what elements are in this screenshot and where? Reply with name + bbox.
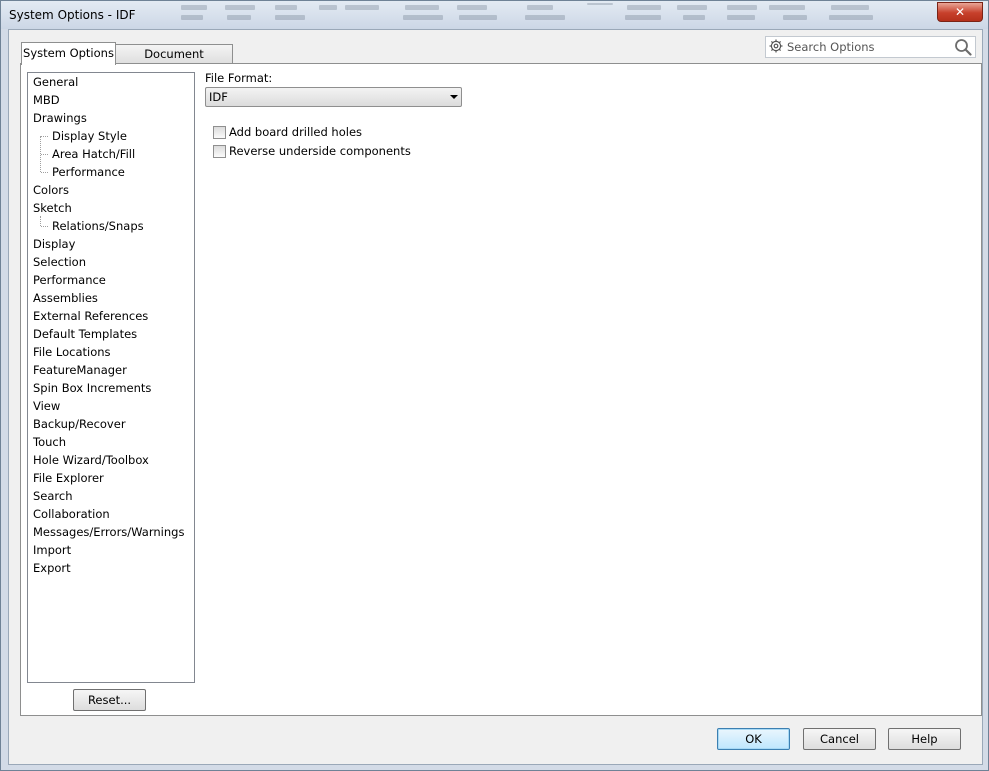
tree-item[interactable]: Export <box>33 560 71 577</box>
tree-item[interactable]: FeatureManager <box>33 362 127 379</box>
tree-item[interactable]: File Locations <box>33 344 111 361</box>
tree-item[interactable]: Sketch <box>33 200 72 217</box>
search-options-field[interactable]: Search Options <box>765 36 976 58</box>
cancel-button[interactable]: Cancel <box>803 728 876 750</box>
add-board-drilled-holes-label[interactable]: Add board drilled holes <box>229 125 362 139</box>
chevron-down-icon <box>450 95 458 99</box>
tree-item[interactable]: Relations/Snaps <box>52 218 144 235</box>
system-options-dialog: System Options - IDF ✕ System Options Do… <box>0 0 989 771</box>
options-tree[interactable]: General MBD Drawings Display Style Area Hatc… <box>27 72 195 683</box>
tree-connector <box>40 216 41 226</box>
window-title: System Options - IDF <box>9 8 136 22</box>
tree-item[interactable]: Selection <box>33 254 86 271</box>
tab-document-properties[interactable]: Document Properties <box>115 44 233 80</box>
tree-item[interactable]: Drawings <box>33 110 87 127</box>
background-ribbon <box>179 3 891 27</box>
file-format-value: IDF <box>209 90 228 104</box>
close-icon: ✕ <box>954 5 966 19</box>
tree-item[interactable]: Hole Wizard/Toolbox <box>33 452 149 469</box>
file-format-select[interactable]: IDF <box>205 87 462 107</box>
tree-item[interactable]: Messages/Errors/Warnings <box>33 524 184 541</box>
tree-item[interactable]: General <box>33 74 78 91</box>
file-format-label: File Format: <box>205 71 273 85</box>
reverse-underside-components-label[interactable]: Reverse underside components <box>229 144 411 158</box>
ok-button[interactable]: OK <box>717 728 790 750</box>
tree-item[interactable]: Performance <box>33 272 106 289</box>
tree-item[interactable]: External References <box>33 308 148 325</box>
search-icon[interactable] <box>954 38 972 56</box>
tree-item[interactable]: Assemblies <box>33 290 98 307</box>
tree-item[interactable]: Area Hatch/Fill <box>52 146 135 163</box>
tree-item[interactable]: File Explorer <box>33 470 104 487</box>
tree-connector <box>41 226 48 227</box>
tree-item[interactable]: Spin Box Increments <box>33 380 151 397</box>
tab-system-options[interactable]: System Options <box>21 42 116 65</box>
title-bar[interactable]: System Options - IDF ✕ <box>1 1 988 29</box>
dialog-body: System Options Document Properties Searc… <box>8 29 983 765</box>
options-panel: General MBD Drawings Display Style Area Hatc… <box>20 63 982 716</box>
tree-item[interactable]: Colors <box>33 182 69 199</box>
tree-connector <box>41 172 48 173</box>
tree-item[interactable]: Touch <box>33 434 66 451</box>
help-button[interactable]: Help <box>888 728 961 750</box>
tree-item[interactable]: Backup/Recover <box>33 416 126 433</box>
tree-item[interactable]: Default Templates <box>33 326 137 343</box>
tree-item[interactable]: Display Style <box>52 128 127 145</box>
tree-item[interactable]: View <box>33 398 60 415</box>
search-input[interactable]: Search Options <box>787 40 875 54</box>
reset-button[interactable]: Reset... <box>73 689 146 711</box>
tree-connector <box>41 154 48 155</box>
tree-item[interactable]: Import <box>33 542 71 559</box>
tree-item[interactable]: MBD <box>33 92 60 109</box>
tree-connector <box>41 136 48 137</box>
close-button[interactable]: ✕ <box>937 2 983 22</box>
tree-item[interactable]: Search <box>33 488 73 505</box>
tree-item[interactable]: Display <box>33 236 75 253</box>
tree-item[interactable]: Performance <box>52 164 125 181</box>
reverse-underside-components-checkbox[interactable] <box>213 145 226 158</box>
gear-icon[interactable] <box>768 38 784 54</box>
tree-item[interactable]: Collaboration <box>33 506 110 523</box>
add-board-drilled-holes-checkbox[interactable] <box>213 126 226 139</box>
